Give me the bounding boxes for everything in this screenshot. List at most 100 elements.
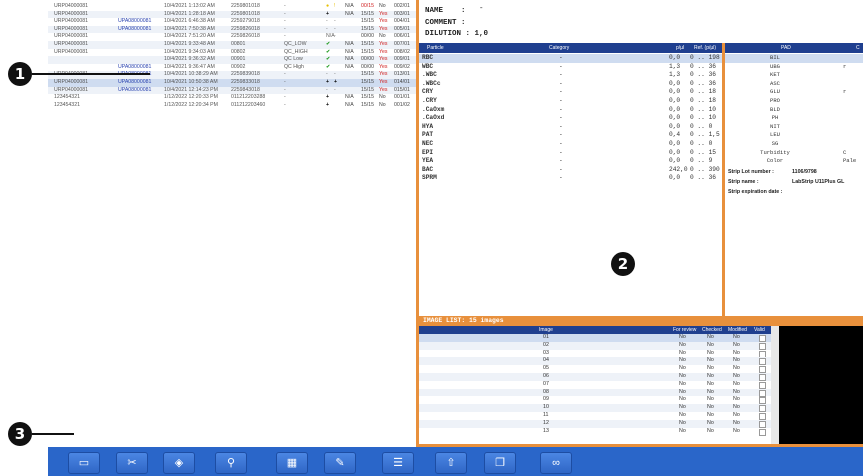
value-col-header[interactable]: p/µl — [676, 43, 684, 53]
pad-value: r — [843, 62, 847, 70]
particle-row[interactable]: BAC - 242,0 0 .. 390 — [419, 166, 722, 175]
image-number: 02 — [543, 341, 549, 348]
particle-ref: 0 .. 0 — [690, 140, 713, 147]
name-value: - — [479, 5, 484, 13]
table-row[interactable]: URP04000081 10/4/2021 1:13:02 AM 225980101… — [48, 3, 416, 11]
order-cell: 003/01 — [394, 10, 410, 17]
checked-cell: No — [707, 388, 714, 395]
image-list-scrollbar[interactable] — [771, 326, 779, 447]
pad-row[interactable]: ASC — [725, 80, 863, 89]
valid-col-header[interactable]: Valid — [754, 326, 765, 334]
image-col-header[interactable]: Image — [539, 326, 553, 334]
table-row[interactable]: URP04000081 UPA08000081 10/4/2021 12:14:23… — [48, 86, 416, 95]
copy-button[interactable]: ❐ — [484, 452, 516, 474]
particle-row[interactable]: CRY - 0,0 0 .. 18 — [419, 88, 722, 97]
tag-button[interactable]: ◈ — [163, 452, 195, 474]
table-row[interactable]: URP04000081 10/4/2021 9:33:48 AM 00801 QC_L… — [48, 40, 416, 49]
pad-row[interactable]: PRO — [725, 97, 863, 106]
modified-col-header[interactable]: Modified — [728, 326, 747, 334]
table-row[interactable]: URP04000081 UPA08000081 10/4/2021 10:50:38… — [48, 78, 416, 87]
image-row[interactable]: 07 No No No — [419, 381, 771, 389]
particle-row[interactable]: HYA - 0,0 0 .. 0 — [419, 123, 722, 132]
particle-row[interactable]: .CaOxm - 0,0 0 .. 10 — [419, 106, 722, 115]
particle-row[interactable]: .WBCc - 0,0 0 .. 36 — [419, 80, 722, 89]
image-row[interactable]: 13 No No No — [419, 428, 771, 436]
image-row[interactable]: 09 No No No — [419, 396, 771, 405]
ref-col-header[interactable]: Ref. (p/µl) — [694, 43, 716, 53]
date-cell: 10/4/2021 9:34:03 AM — [164, 48, 215, 55]
image-row[interactable]: 03 No No No — [419, 350, 771, 358]
particle-row[interactable]: YEA - 0,0 0 .. 9 — [419, 157, 722, 166]
na-cell: N/A — [345, 94, 354, 101]
pad-row[interactable]: GLU r — [725, 88, 863, 97]
pad-row[interactable]: LEU — [725, 131, 863, 140]
pad-row[interactable]: SG — [725, 140, 863, 149]
flag2-cell: - — [334, 25, 336, 32]
checked-cell: No — [707, 334, 714, 340]
image-row[interactable]: 05 No No No — [419, 365, 771, 374]
edit-button[interactable]: ✎ — [324, 452, 356, 474]
checked-col-header[interactable]: Checked — [702, 326, 722, 334]
pad-row[interactable]: BIL — [725, 54, 863, 63]
table-row[interactable]: 10/4/2021 9:36:32 AM 00901 QC Low ✔ N/A 00/00… — [48, 56, 416, 64]
pad-row[interactable]: NIT — [725, 123, 863, 132]
table-row[interactable]: URP04000081 10/4/2021 7:51:20 AM 225982601… — [48, 33, 416, 41]
image-row[interactable]: 11 No No No — [419, 412, 771, 420]
particle-col-header[interactable]: Particle — [427, 43, 444, 53]
pad-row[interactable]: UBG r — [725, 63, 863, 72]
pad-c-col-header[interactable]: C — [856, 43, 860, 53]
valid-checkbox[interactable] — [759, 428, 766, 436]
particle-ref: 0 .. 36 — [690, 71, 716, 79]
list-button[interactable]: ☰ — [382, 452, 414, 474]
particle-row[interactable]: PAT - 0,4 0 .. 1,5 — [419, 131, 722, 140]
pad-row[interactable]: BLD — [725, 106, 863, 115]
particle-row[interactable]: RBC - 0,0 0 .. 198 — [419, 54, 722, 63]
particle-row[interactable]: .WBC - 1,3 0 .. 36 — [419, 71, 722, 80]
magnifier-button[interactable]: ⚲ — [215, 452, 247, 474]
review-col-header[interactable]: For review — [673, 326, 696, 334]
flag-cell: - — [326, 25, 328, 32]
particle-row[interactable]: EPI - 0,0 0 .. 15 — [419, 149, 722, 158]
image-row[interactable]: 08 No No No — [419, 388, 771, 397]
table-row[interactable]: URP04000081 UPA08000081 10/4/2021 7:50:38 … — [48, 25, 416, 34]
table-row[interactable]: 123454321 1/12/2022 12:20:33 PM 0112122032… — [48, 94, 416, 102]
order-cell: 001/01 — [394, 94, 410, 101]
flag-cell: + — [326, 94, 330, 101]
table-row[interactable]: URP04000081 10/4/2021 1:28:18 AM 225980101… — [48, 10, 416, 19]
copy-icon: ❐ — [495, 457, 505, 469]
image-row[interactable]: 12 No No No — [419, 419, 771, 428]
checked-cell: No — [707, 404, 714, 411]
image-row[interactable]: 10 No No No — [419, 404, 771, 413]
table-row[interactable]: URP04000081 10/4/2021 9:34:03 AM 00802 QC_H… — [48, 49, 416, 57]
table-row[interactable]: URP04000081 UPA08000081 10/4/2021 6:46:38 … — [48, 18, 416, 26]
scissors-button[interactable]: ✂ — [116, 452, 148, 474]
binoculars-button[interactable]: ∞ — [540, 452, 572, 474]
pad-row[interactable]: PH — [725, 114, 863, 123]
upload-button[interactable]: ⇧ — [435, 452, 467, 474]
tag-icon: ◈ — [174, 457, 184, 469]
pad-row[interactable]: Color Pale — [725, 157, 863, 166]
review-cell: No — [679, 404, 686, 411]
yesno-cell: Yes — [379, 86, 388, 93]
particle-row[interactable]: WBC - 1,3 0 .. 36 — [419, 63, 722, 72]
pad-row[interactable]: Turbidity C — [725, 149, 863, 158]
grid-button[interactable]: ▦ — [276, 452, 308, 474]
image-row[interactable]: 04 No No No — [419, 357, 771, 366]
table-row[interactable]: 123454321 1/12/2022 12:20:34 PM 0112122034… — [48, 102, 416, 110]
pad-col-header[interactable]: PAD — [781, 43, 791, 53]
particle-category: - — [559, 79, 563, 87]
particle-row[interactable]: .CRY - 0,0 0 .. 18 — [419, 97, 722, 106]
image-row[interactable]: 01 No No No — [419, 334, 771, 342]
card-button[interactable]: ▭ — [68, 452, 100, 474]
image-row[interactable]: 06 No No No — [419, 373, 771, 381]
particle-row[interactable]: SPRM - 0,0 0 .. 36 — [419, 174, 722, 183]
table-row[interactable]: UPA08000081 10/4/2021 9:36:47 AM 00902 QC H… — [48, 64, 416, 72]
category-col-header[interactable]: Category — [549, 43, 569, 53]
pad-row[interactable]: KET — [725, 71, 863, 80]
image-row[interactable]: 02 No No No — [419, 341, 771, 350]
particle-row[interactable]: .CaOxd - 0,0 0 .. 10 — [419, 114, 722, 123]
strip-name-value: LabStrip U11Plus GL — [792, 179, 845, 185]
image-list-header: Image For review Checked Modified Valid — [419, 326, 771, 334]
image-number: 06 — [543, 373, 549, 379]
particle-row[interactable]: NEC - 0,0 0 .. 0 — [419, 140, 722, 149]
